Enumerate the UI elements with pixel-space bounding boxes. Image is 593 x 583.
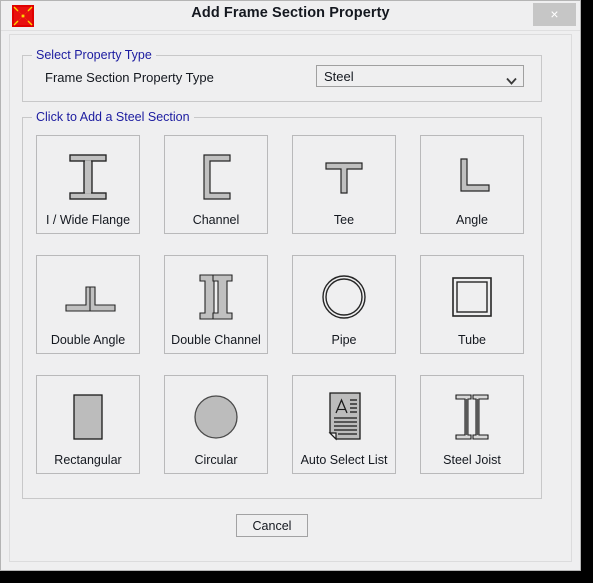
title-bar: Add Frame Section Property × <box>1 1 580 31</box>
section-button-steel-joist[interactable]: Steel Joist <box>420 375 524 474</box>
i-wide-flange-icon <box>37 142 139 212</box>
frame-section-property-type-value: Steel <box>324 69 354 84</box>
section-label: Pipe <box>331 333 357 347</box>
frame-section-property-type-label: Frame Section Property Type <box>45 70 214 85</box>
section-label: Tube <box>457 333 487 347</box>
dialog-window: Add Frame Section Property × Select Prop… <box>0 0 581 571</box>
circular-icon <box>165 382 267 452</box>
channel-icon <box>165 142 267 212</box>
close-button[interactable]: × <box>533 3 576 26</box>
section-label: Tee <box>333 213 355 227</box>
rectangular-icon <box>37 382 139 452</box>
section-button-tee[interactable]: Tee <box>292 135 396 234</box>
cancel-button[interactable]: Cancel <box>236 514 308 537</box>
section-label: Channel <box>192 213 240 227</box>
section-button-i-wide-flange[interactable]: I / Wide Flange <box>36 135 140 234</box>
section-button-auto-select-list[interactable]: Auto Select List <box>292 375 396 474</box>
section-button-tube[interactable]: Tube <box>420 255 524 354</box>
frame-section-property-type-dropdown[interactable]: Steel <box>316 65 524 87</box>
dialog-client-area: Select Property Type Frame Section Prope… <box>9 34 572 562</box>
angle-icon <box>421 142 523 212</box>
section-label: Double Angle <box>50 333 126 347</box>
section-label: Circular <box>194 453 238 467</box>
tube-icon <box>421 262 523 332</box>
section-label: Steel Joist <box>443 453 501 467</box>
select-property-type-legend: Select Property Type <box>32 48 156 62</box>
section-button-angle[interactable]: Angle <box>420 135 524 234</box>
section-button-channel[interactable]: Channel <box>164 135 268 234</box>
section-type-grid: I / Wide Flange Channel Tee Angle Double… <box>36 135 530 474</box>
section-label: Double Channel <box>171 333 261 347</box>
window-title: Add Frame Section Property <box>191 5 390 21</box>
section-button-pipe[interactable]: Pipe <box>292 255 396 354</box>
pipe-icon <box>293 262 395 332</box>
section-button-rectangular[interactable]: Rectangular <box>36 375 140 474</box>
steel-section-group: Click to Add a Steel Section I / Wide Fl… <box>22 110 542 499</box>
auto-select-list-icon <box>293 382 395 452</box>
double-channel-icon <box>165 262 267 332</box>
chevron-down-icon <box>506 72 517 85</box>
section-button-circular[interactable]: Circular <box>164 375 268 474</box>
select-property-type-group: Select Property Type Frame Section Prope… <box>22 48 542 102</box>
section-label: I / Wide Flange <box>45 213 131 227</box>
steel-joist-icon <box>421 382 523 452</box>
section-button-double-angle[interactable]: Double Angle <box>36 255 140 354</box>
tee-icon <box>293 142 395 212</box>
section-button-double-channel[interactable]: Double Channel <box>164 255 268 354</box>
section-label: Rectangular <box>54 453 122 467</box>
section-label: Auto Select List <box>300 453 388 467</box>
steel-section-legend: Click to Add a Steel Section <box>32 110 194 124</box>
section-label: Angle <box>456 213 488 227</box>
double-angle-icon <box>37 262 139 332</box>
